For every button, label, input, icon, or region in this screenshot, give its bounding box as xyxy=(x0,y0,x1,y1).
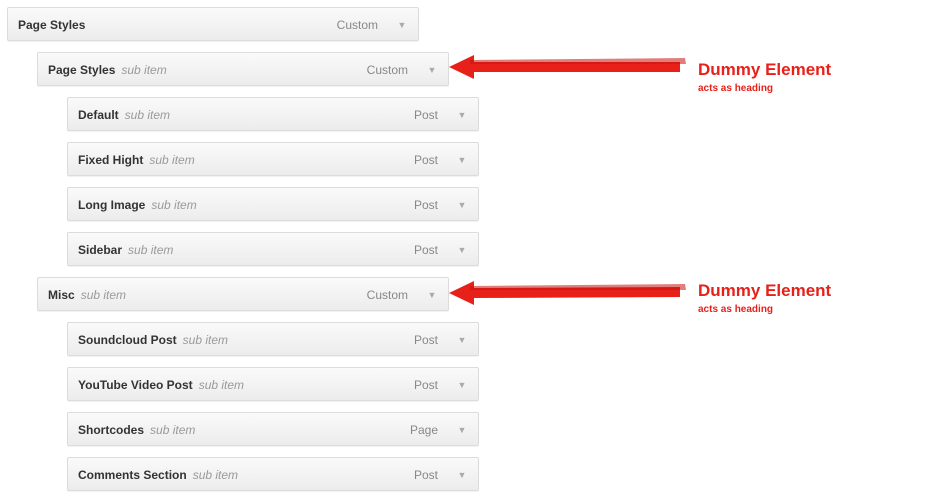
annotation-note: acts as heading xyxy=(698,83,774,94)
annotation-arrow-2 xyxy=(449,281,686,305)
annotation-2: Dummy Element acts as heading xyxy=(698,281,831,317)
annotation-note: acts as heading xyxy=(698,304,774,315)
annotation-heading: Dummy Element xyxy=(698,281,832,300)
menu-structure-screenshot: Page Styles Custom ▼ Page Styles sub item… xyxy=(0,0,950,497)
annotation-1: Dummy Element acts as heading xyxy=(698,60,831,96)
annotation-arrow-1 xyxy=(449,55,686,79)
annotation-heading: Dummy Element xyxy=(698,60,832,79)
